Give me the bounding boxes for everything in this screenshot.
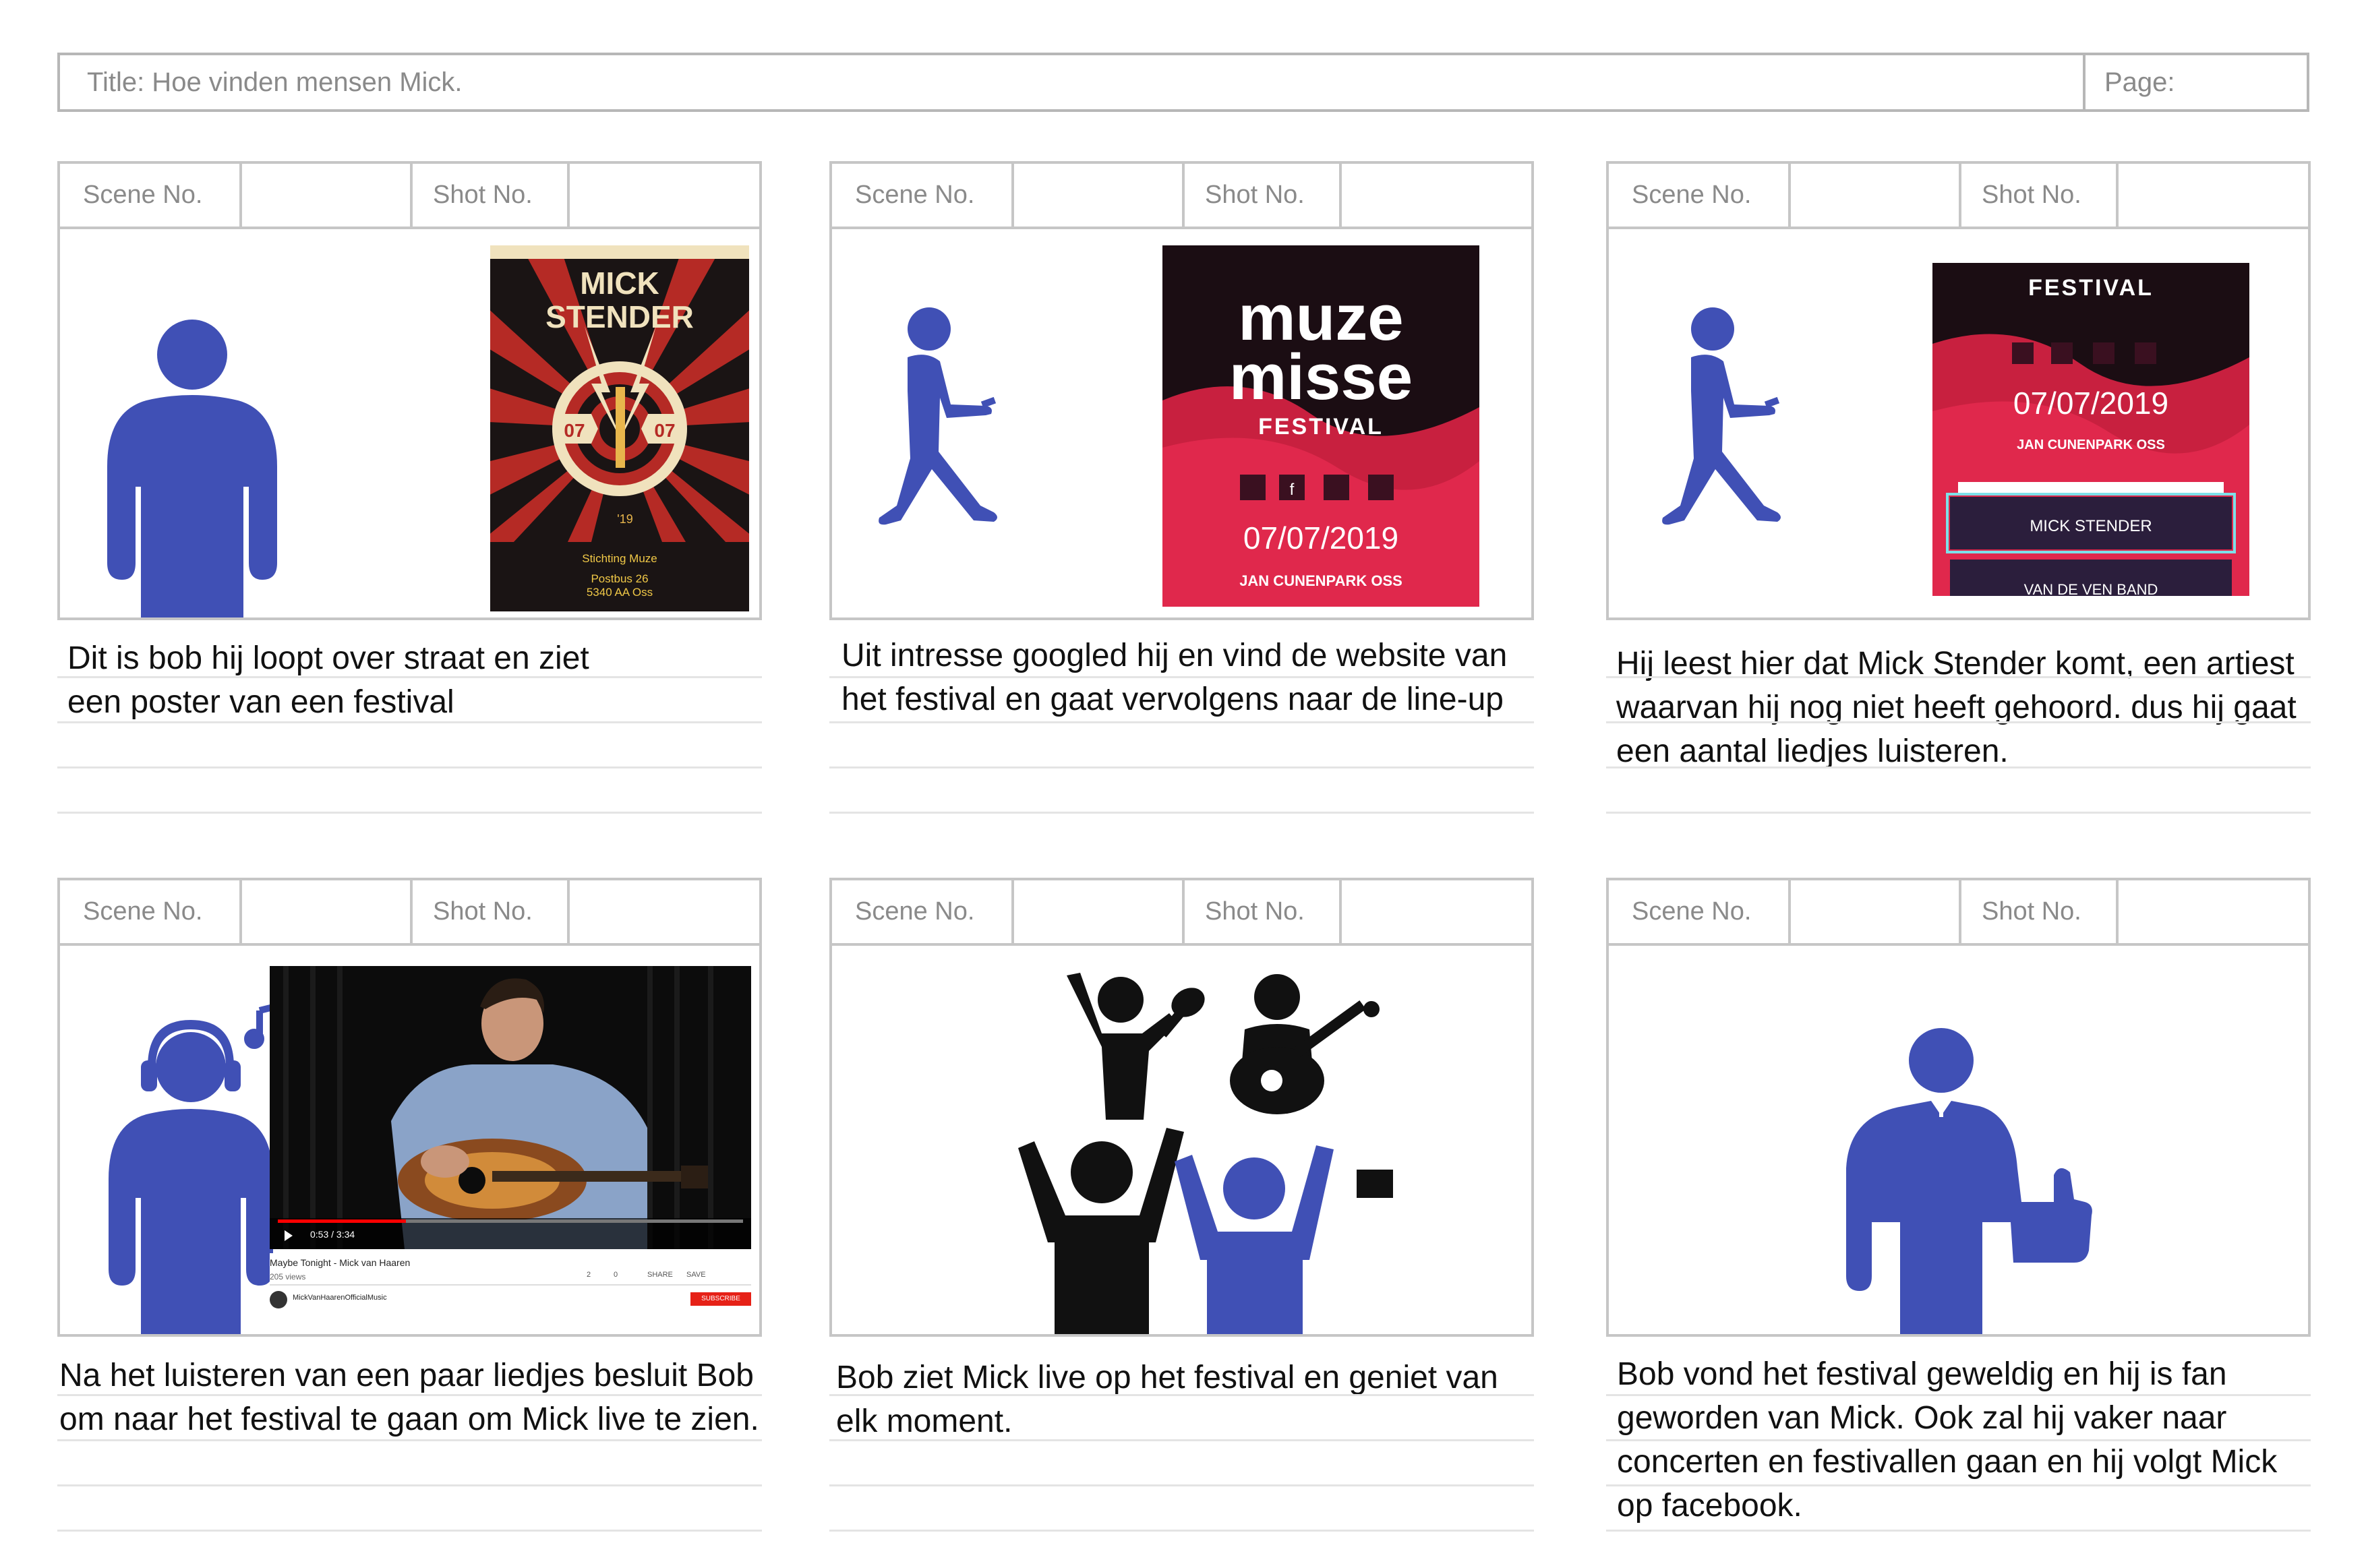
shot-label: Shot No. [1205,181,1305,209]
video-time: 0:53 / 3:34 [310,1229,355,1240]
panel-frame: FESTIVAL 07/07/2019 JAN CUNENPARK OSS MI… [1609,229,2308,617]
lineup-date: 07/07/2019 [2013,386,2168,421]
subscribe-button[interactable]: SUBSCRIBE [690,1292,751,1306]
scene-label: Scene No. [83,181,203,209]
thumbs-up-person-icon [1846,1028,2092,1334]
festival-poster: MICK STENDER 07 07 '19 Stichting Muze Po… [490,245,749,611]
panel-3: Scene No. Shot No. FESTIVAL 07/07/2019 J… [1606,161,2311,620]
website-venue: JAN CUNENPARK OSS [1239,572,1402,589]
dislike-count[interactable]: 0 [614,1271,618,1279]
video-title: Maybe Tonight - Mick van Haaren [270,1257,411,1268]
panel-1-caption: Dit is bob hij loopt over straat en ziet… [67,640,589,720]
panel-header: Scene No. Shot No. [1609,880,2308,946]
poster-line2: STENDER [545,299,694,334]
poster-year: '19 [617,512,632,526]
poster-left-number: 07 [564,420,585,441]
title-bar: Title: Hoe vinden mensen Mick. Page: [57,53,2309,112]
lineup-act-2: VAN DE VEN BAND [2024,581,2158,596]
panel-5-caption: Bob ziet Mick live op het festival en ge… [836,1360,1498,1439]
poster-line1: MICK [580,266,659,301]
panel-frame: 0:53 / 3:34 Maybe Tonight - Mick van Haa… [60,946,759,1334]
live-concert-crowd-icon [1018,973,1393,1334]
poster-org: Stichting Muze [582,552,657,565]
lineup-festival-label: FESTIVAL [2028,275,2154,301]
brand-line3: FESTIVAL [1258,414,1384,440]
panel-frame: muze misse FESTIVAL f 07/07/2019 JAN CUN… [832,229,1531,617]
shot-label: Shot No. [433,897,533,926]
panel-4-caption: Na het luisteren van een paar liedjes be… [59,1358,759,1437]
share-button[interactable]: SHARE [647,1271,673,1279]
svg-text:f: f [1290,481,1295,499]
panel-header: Scene No. Shot No. [832,880,1531,946]
panel-3-caption: Hij leest hier dat Mick Stender komt, ee… [1616,646,2297,769]
scene-label: Scene No. [1632,181,1752,209]
panel-6: Scene No. Shot No. [1606,878,2311,1337]
panel-2: Scene No. Shot No. muze misse FESTIVAL f… [829,161,1534,620]
channel-name[interactable]: MickVanHaarenOfficialMusic [293,1294,387,1302]
page-label: Page: [2104,67,2175,97]
panel-header: Scene No. Shot No. [1609,164,2308,229]
poster-right-number: 07 [654,420,675,441]
panel-frame [1609,946,2308,1334]
panel-frame: MICK STENDER 07 07 '19 Stichting Muze Po… [60,229,759,617]
page-title: Title: Hoe vinden mensen Mick. [87,67,463,97]
festival-lineup-screenshot: FESTIVAL 07/07/2019 JAN CUNENPARK OSS MI… [1932,263,2249,596]
video-thumbnail [270,966,751,1249]
panel-1: Scene No. Shot No. MICK STENDER 07 07 '1… [57,161,762,620]
like-count[interactable]: 2 [587,1271,591,1279]
panel-5: Scene No. Shot No. [829,878,1534,1337]
poster-address2: 5340 AA Oss [587,586,653,599]
video-views: 205 views [270,1272,306,1281]
panel-header: Scene No. Shot No. [832,164,1531,229]
panel-4: Scene No. Shot No. 0:53 / 3:34 Maybe Ton… [57,878,762,1337]
page-number-cell: Page: [2083,55,2309,109]
panel-header: Scene No. Shot No. [60,880,759,946]
shot-label: Shot No. [433,181,533,209]
video-info: Maybe Tonight - Mick van Haaren 205 view… [270,1253,751,1334]
channel-avatar[interactable] [270,1291,287,1308]
shot-label: Shot No. [1982,181,2081,209]
scene-label: Scene No. [855,181,975,209]
save-button[interactable]: SAVE [686,1271,706,1279]
poster-address1: Postbus 26 [591,572,648,585]
shot-label: Shot No. [1982,897,2081,926]
scene-label: Scene No. [83,897,203,926]
video-player[interactable]: 0:53 / 3:34 [270,966,751,1249]
lineup-act-1: MICK STENDER [2030,517,2152,535]
panel-frame [832,946,1531,1334]
shot-label: Shot No. [1205,897,1305,926]
brand-line2: misse [1229,341,1413,413]
website-date: 07/07/2019 [1243,520,1398,555]
scene-label: Scene No. [855,897,975,926]
panel-header: Scene No. Shot No. [60,164,759,229]
scene-label: Scene No. [1632,897,1752,926]
festival-website-screenshot: muze misse FESTIVAL f 07/07/2019 JAN CUN… [1162,245,1479,607]
lineup-venue: JAN CUNENPARK OSS [2017,438,2165,452]
